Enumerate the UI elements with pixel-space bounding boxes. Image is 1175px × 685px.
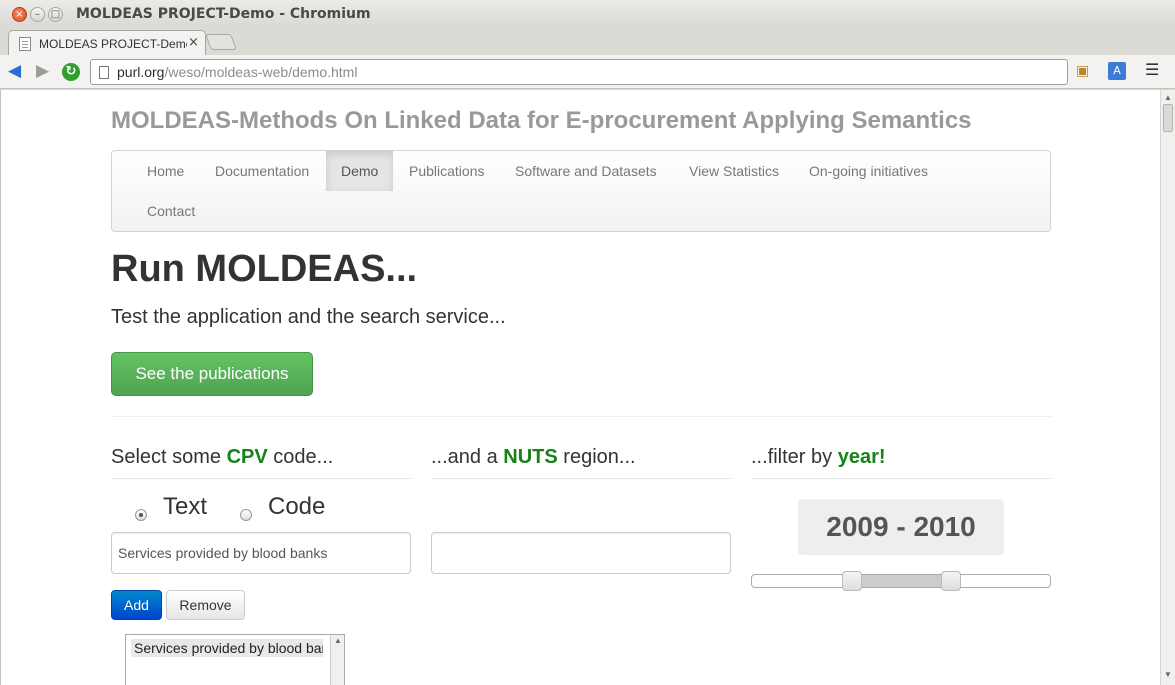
- remove-button[interactable]: Remove: [166, 590, 245, 620]
- url-host: purl.org: [117, 64, 165, 80]
- year-range-slider[interactable]: [751, 571, 1051, 591]
- nuts-heading-post: region...: [557, 446, 636, 468]
- nuts-heading-rule: [431, 478, 731, 479]
- window-close-button[interactable]: ×: [12, 7, 27, 22]
- slider-handle-end[interactable]: [941, 571, 961, 591]
- nuts-heading: ...and a NUTS region...: [431, 446, 636, 469]
- nuts-input[interactable]: [431, 532, 731, 574]
- year-heading-highlight: year!: [837, 446, 886, 468]
- year-heading-rule: [751, 478, 1051, 479]
- page-icon: [99, 66, 109, 79]
- nav-item-documentation[interactable]: Documentation: [200, 151, 324, 191]
- year-range-display: 2009 - 2010: [798, 499, 1004, 555]
- nav-item-publications[interactable]: Publications: [394, 151, 500, 191]
- browser-tab-active[interactable]: MOLDEAS PROJECT-Demo ×: [8, 30, 206, 56]
- scroll-up-icon[interactable]: ▲: [334, 636, 342, 645]
- hero-subtitle: Test the application and the search serv…: [111, 306, 506, 328]
- scroll-down-icon[interactable]: ▼: [1164, 670, 1172, 679]
- nav-item-demo[interactable]: Demo: [326, 151, 394, 191]
- cpv-heading: Select some CPV code...: [111, 446, 333, 469]
- cpv-heading-highlight: CPV: [226, 446, 268, 468]
- extension-box-icon[interactable]: ▣: [1076, 63, 1089, 79]
- site-title: MOLDEAS-Methods On Linked Data for E-pro…: [111, 107, 972, 134]
- cpv-heading-pre: Select some: [111, 446, 227, 468]
- divider: [111, 416, 1051, 417]
- new-tab-button[interactable]: [205, 34, 237, 50]
- window-titlebar: × – □ MOLDEAS PROJECT-Demo - Chromium: [0, 0, 1175, 28]
- nav-item-view-statistics[interactable]: View Statistics: [674, 151, 794, 191]
- browser-menu-icon[interactable]: ☰: [1145, 60, 1159, 79]
- translate-extension-icon[interactable]: A: [1108, 62, 1126, 80]
- window-title: MOLDEAS PROJECT-Demo - Chromium: [76, 6, 371, 22]
- forward-arrow-icon[interactable]: ▶: [36, 61, 49, 81]
- cpv-heading-post: code...: [267, 446, 334, 468]
- slider-range: [852, 575, 952, 587]
- browser-toolbar: ◀ ▶ ↻ purl.org/weso/moldeas-web/demo.htm…: [0, 55, 1175, 89]
- year-heading-pre: ...filter by: [751, 446, 838, 468]
- radio-code[interactable]: [240, 509, 252, 521]
- radio-code-label[interactable]: Code: [268, 493, 325, 521]
- cpv-input[interactable]: Services provided by blood banks: [111, 532, 411, 574]
- scrollbar-thumb[interactable]: [1163, 104, 1173, 132]
- see-publications-button[interactable]: See the publications: [111, 352, 313, 396]
- radio-text[interactable]: [135, 509, 147, 521]
- year-heading: ...filter by year!: [751, 446, 886, 469]
- hero-title: Run MOLDEAS...: [111, 248, 418, 290]
- url-path: /weso/moldeas-web/demo.html: [164, 64, 358, 80]
- reload-icon[interactable]: ↻: [62, 63, 80, 81]
- selected-cpv-list[interactable]: Services provided by blood banks ▲: [125, 634, 345, 685]
- scroll-up-icon[interactable]: ▲: [1164, 93, 1172, 102]
- page-favicon-icon: [19, 37, 31, 51]
- nav-item-on-going-initiatives[interactable]: On-going initiatives: [794, 151, 943, 191]
- slider-handle-start[interactable]: [842, 571, 862, 591]
- cpv-heading-rule: [111, 478, 411, 479]
- window-minimize-button[interactable]: –: [30, 7, 45, 22]
- tab-strip: MOLDEAS PROJECT-Demo ×: [0, 28, 1175, 56]
- url-text[interactable]: purl.org/weso/moldeas-web/demo.html: [117, 64, 357, 80]
- page-viewport: MOLDEAS-Methods On Linked Data for E-pro…: [0, 90, 1160, 685]
- nuts-heading-highlight: NUTS: [503, 446, 558, 468]
- list-scrollbar[interactable]: ▲: [330, 635, 344, 685]
- main-navbar: Home Documentation Demo Publications Sof…: [111, 150, 1051, 232]
- nuts-heading-pre: ...and a: [431, 446, 504, 468]
- nav-item-contact[interactable]: Contact: [132, 191, 210, 231]
- list-item[interactable]: Services provided by blood banks: [131, 639, 323, 657]
- radio-text-label[interactable]: Text: [163, 493, 207, 521]
- address-bar[interactable]: purl.org/weso/moldeas-web/demo.html: [90, 59, 1068, 85]
- nav-item-software-and-datasets[interactable]: Software and Datasets: [500, 151, 672, 191]
- back-arrow-icon[interactable]: ◀: [8, 61, 21, 81]
- tab-title: MOLDEAS PROJECT-Demo: [39, 37, 187, 51]
- page-scrollbar[interactable]: ▲ ▼: [1160, 90, 1175, 685]
- nav-item-home[interactable]: Home: [132, 151, 199, 191]
- add-button[interactable]: Add: [111, 590, 162, 620]
- tab-close-icon[interactable]: ×: [188, 35, 199, 50]
- window-maximize-button[interactable]: □: [48, 7, 63, 22]
